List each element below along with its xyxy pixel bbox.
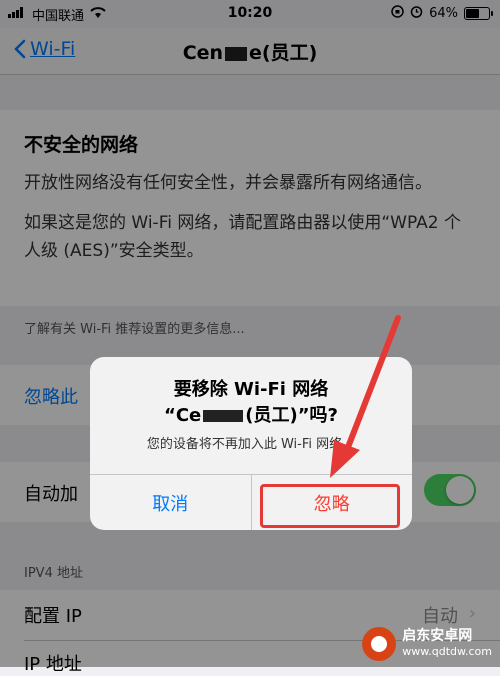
watermark-text: 启东安卓网 www.qdtdw.com [402, 628, 492, 660]
annotation-arrow-icon [330, 315, 401, 478]
watermark: 启东安卓网 www.qdtdw.com [362, 627, 492, 661]
annotation-highlight-box [260, 484, 400, 528]
watermark-name: 启东安卓网 [402, 628, 473, 644]
watermark-logo-icon [362, 627, 397, 661]
watermark-url: www.qdtdw.com [402, 645, 492, 658]
